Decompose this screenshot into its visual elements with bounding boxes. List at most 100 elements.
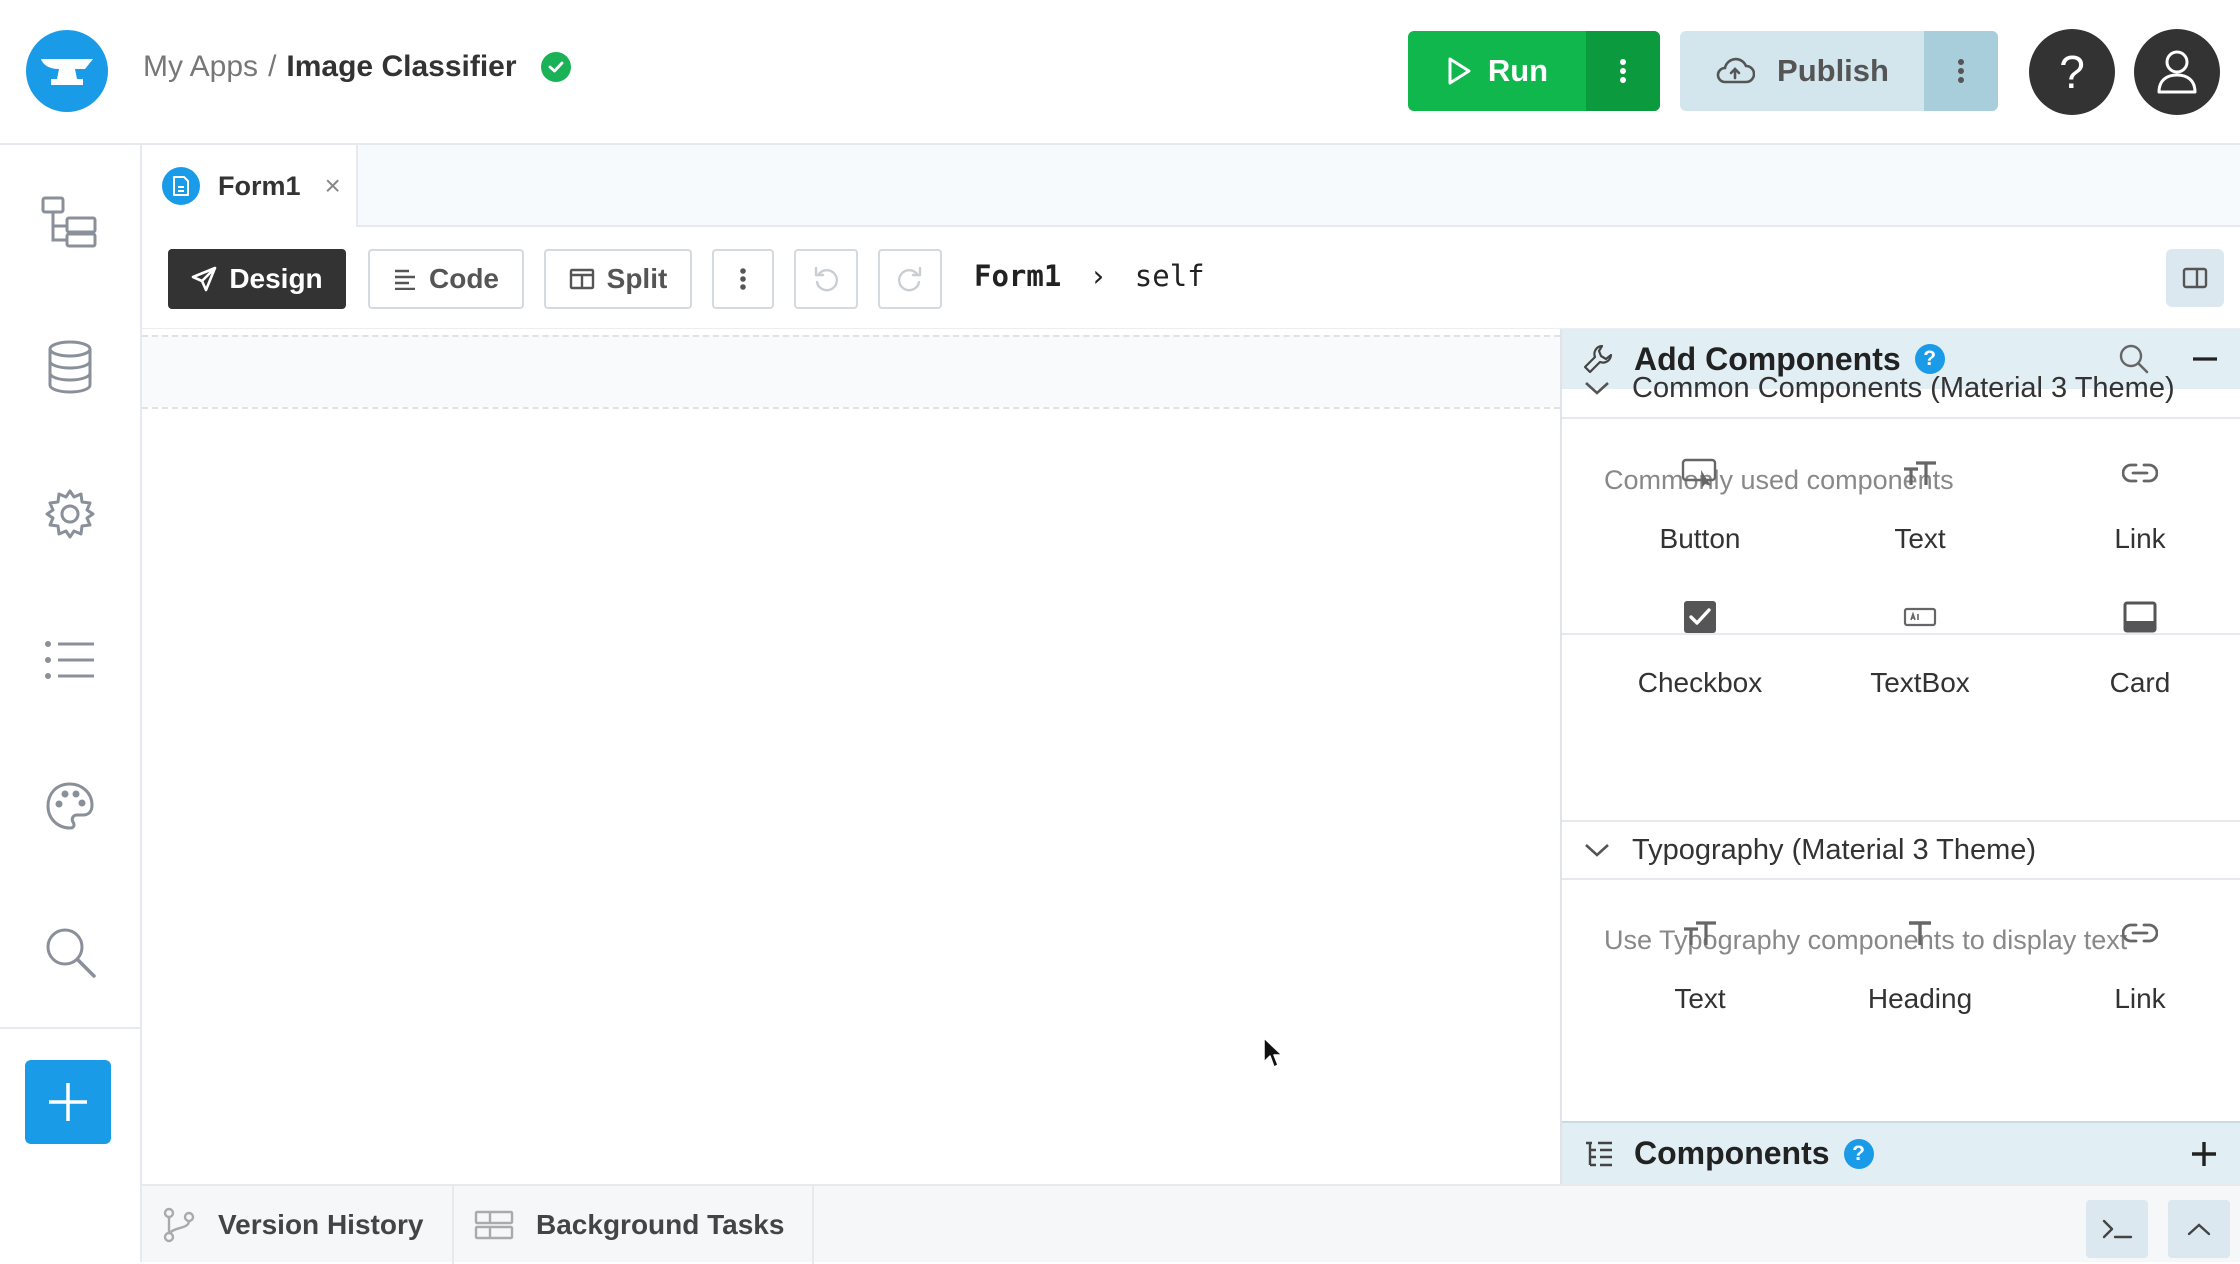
anvil-logo-icon[interactable] — [26, 30, 108, 112]
heading-icon — [1906, 909, 1934, 957]
sidebar-divider — [0, 1027, 140, 1029]
theme-palette-icon[interactable] — [37, 773, 103, 839]
text-icon — [1902, 449, 1938, 497]
button-icon — [1681, 449, 1719, 497]
publish-options-button[interactable] — [1924, 31, 1998, 111]
top-bar: My Apps / Image Classifier Run Publish ? — [0, 0, 2240, 145]
expand-bottom-panel-button[interactable] — [2168, 1200, 2230, 1258]
component-tree-icon — [1584, 1140, 1614, 1168]
path-form[interactable]: Form1 — [974, 259, 1061, 293]
help-button[interactable]: ? — [2029, 29, 2115, 115]
text-icon — [1682, 909, 1718, 957]
component-label: Button — [1659, 523, 1741, 554]
search-icon[interactable] — [37, 919, 103, 985]
component-button[interactable]: Button — [1590, 449, 1810, 555]
background-tasks-tab[interactable]: Background Tasks — [454, 1186, 814, 1264]
component-label: Link — [2114, 523, 2166, 554]
component-text[interactable]: Text — [1810, 449, 2030, 555]
component-path: Form1 › self — [974, 259, 1205, 293]
plus-icon[interactable] — [2190, 1140, 2218, 1168]
mouse-pointer-icon — [1262, 1036, 1284, 1070]
run-options-button[interactable] — [1586, 31, 1660, 111]
canvas-guide-line — [142, 407, 1560, 409]
component-label: Card — [2109, 667, 2171, 698]
version-history-tab[interactable]: Version History — [142, 1186, 454, 1264]
close-tab-icon[interactable]: × — [325, 170, 341, 202]
path-self[interactable]: self — [1135, 259, 1205, 293]
design-view-button[interactable]: Design — [168, 249, 346, 309]
view-options-button[interactable] — [712, 249, 774, 309]
paper-plane-icon — [191, 266, 217, 292]
server-rack-icon — [474, 1210, 514, 1240]
canvas-guide-line — [142, 335, 1560, 337]
saved-check-icon — [540, 52, 571, 82]
bottom-bar: Version History Background Tasks — [142, 1184, 2240, 1264]
list-icon[interactable] — [37, 627, 103, 693]
editor-tab-bar: Form1 × — [142, 145, 2240, 227]
section-typography-header[interactable] — [1562, 575, 2240, 635]
chevron-down-icon — [1584, 842, 1610, 858]
align-left-icon — [393, 268, 417, 290]
account-button[interactable] — [2134, 29, 2220, 115]
design-label: Design — [229, 263, 323, 294]
app-browser-icon[interactable] — [37, 189, 103, 255]
console-button[interactable] — [2086, 1200, 2148, 1258]
form-icon — [162, 167, 200, 205]
chevron-up-icon — [2187, 1222, 2211, 1236]
component-heading[interactable]: Heading — [1810, 909, 2030, 1015]
section-typography-title-row[interactable]: Typography (Material 3 Theme) — [1562, 820, 2240, 880]
run-button-group: Run — [1408, 31, 1660, 111]
version-history-label: Version History — [218, 1209, 424, 1240]
component-link[interactable]: Link — [2030, 449, 2240, 555]
redo-button[interactable] — [878, 249, 942, 309]
code-label: Code — [429, 263, 499, 294]
app-name[interactable]: Image Classifier — [286, 50, 516, 84]
database-icon[interactable] — [37, 334, 103, 400]
component-label: Checkbox — [1637, 667, 1763, 698]
component-label: Heading — [1867, 983, 1973, 1014]
toggle-panel-button[interactable] — [2166, 249, 2224, 307]
components-header[interactable]: Components ? — [1562, 1121, 2240, 1184]
sidebar-toggle-icon — [2182, 267, 2208, 289]
components-title: Components — [1634, 1135, 1830, 1171]
more-vertical-icon — [1957, 58, 1965, 84]
publish-button[interactable]: Publish — [1680, 31, 1924, 111]
design-canvas[interactable] — [142, 329, 1560, 1184]
add-button[interactable] — [25, 1060, 111, 1144]
tab-form1[interactable]: Form1 × — [142, 145, 358, 227]
component-label: TextBox — [1870, 667, 1970, 698]
tab-label: Form1 — [218, 170, 301, 201]
code-view-button[interactable]: Code — [368, 249, 524, 309]
left-sidebar — [0, 145, 142, 1262]
more-vertical-icon — [739, 267, 747, 291]
undo-icon — [812, 265, 840, 293]
run-button[interactable]: Run — [1408, 31, 1586, 111]
publish-label: Publish — [1777, 53, 1889, 88]
background-tasks-label: Background Tasks — [536, 1209, 785, 1240]
split-view-button[interactable]: Split — [544, 249, 692, 309]
split-view-icon — [569, 268, 595, 290]
help-badge-icon[interactable]: ? — [1843, 1138, 1874, 1169]
publish-button-group: Publish — [1680, 31, 1998, 111]
breadcrumb: My Apps / Image Classifier — [143, 50, 571, 84]
section-title: Common Components (Material 3 Theme) — [1632, 371, 2175, 404]
breadcrumb-my-apps[interactable]: My Apps — [143, 50, 258, 84]
component-typography-text[interactable]: Text — [1590, 909, 1810, 1015]
split-label: Split — [606, 263, 668, 294]
component-label: Text — [1894, 523, 1946, 554]
cloud-upload-icon — [1715, 56, 1756, 86]
component-typography-link[interactable]: Link — [2030, 909, 2240, 1015]
section-title: Typography (Material 3 Theme) — [1632, 833, 2037, 866]
link-icon — [2122, 449, 2158, 497]
settings-gear-icon[interactable] — [37, 481, 103, 547]
terminal-icon — [2101, 1218, 2133, 1240]
undo-button[interactable] — [794, 249, 858, 309]
plus-icon — [46, 1080, 90, 1124]
editor-toolbar: Design Code Split Form1 › self — [142, 227, 2240, 329]
link-icon — [2122, 909, 2158, 957]
form-top-slot[interactable] — [142, 335, 1560, 407]
component-label: Link — [2114, 983, 2166, 1014]
run-label: Run — [1487, 53, 1549, 88]
chevron-down-icon — [1584, 380, 1610, 396]
section-common-components[interactable]: Common Components (Material 3 Theme) — [1562, 359, 2240, 419]
